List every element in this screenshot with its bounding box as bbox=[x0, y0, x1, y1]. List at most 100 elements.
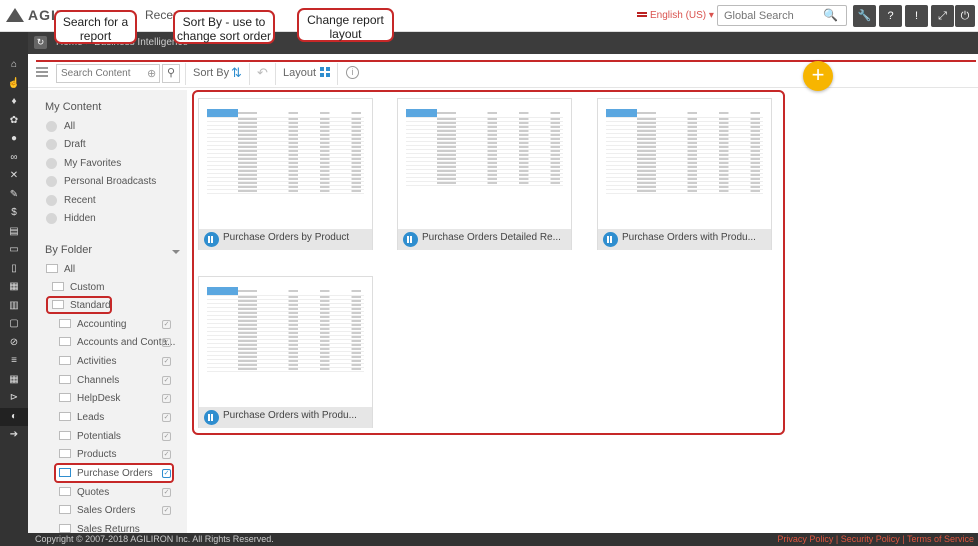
folder-icon bbox=[59, 412, 71, 421]
dashboard-icon[interactable]: ◐ bbox=[0, 407, 28, 426]
list-icon[interactable]: ≡ bbox=[0, 352, 28, 371]
report-name[interactable]: Purchase Orders with Produ... bbox=[622, 232, 770, 243]
check-icon[interactable]: ✓ bbox=[162, 413, 171, 422]
folder-custom[interactable]: Custom bbox=[70, 282, 104, 293]
my-content-item-draft[interactable]: Draft bbox=[64, 139, 86, 150]
link-icon[interactable]: ∞ bbox=[0, 149, 28, 168]
undo-icon[interactable]: ↶ bbox=[257, 65, 268, 81]
chevron-down-icon[interactable] bbox=[172, 250, 180, 254]
subfolder-item[interactable]: Accounting bbox=[77, 319, 126, 330]
check-icon[interactable]: ✓ bbox=[162, 376, 171, 385]
expand-icon[interactable]: ⤢ bbox=[931, 5, 954, 27]
my-content-item-hidden[interactable]: Hidden bbox=[64, 213, 96, 224]
subfolder-item[interactable]: Potentials bbox=[77, 431, 121, 442]
subfolder-item[interactable]: Accounts and Conta... bbox=[77, 337, 175, 348]
check-icon[interactable]: ✓ bbox=[162, 450, 171, 459]
logo-mark-icon bbox=[6, 8, 24, 22]
search-button[interactable]: ⚲ bbox=[162, 64, 180, 83]
edit-icon[interactable]: ✎ bbox=[0, 186, 28, 205]
content-navigation-panel: My Content All Draft My Favorites Person… bbox=[28, 90, 187, 533]
layout-label[interactable]: Layout bbox=[283, 67, 316, 79]
my-content-item-broadcasts[interactable]: Personal Broadcasts bbox=[64, 176, 156, 187]
info-circle-icon[interactable]: i bbox=[346, 66, 359, 79]
us-flag-icon bbox=[637, 11, 647, 19]
user-icon[interactable]: ● bbox=[0, 130, 28, 149]
subfolder-item[interactable]: Products bbox=[77, 449, 116, 460]
folder-standard[interactable]: Standard bbox=[70, 300, 111, 311]
rss-icon bbox=[46, 176, 57, 187]
tag-icon[interactable]: ⊳ bbox=[0, 389, 28, 408]
menu-icon[interactable] bbox=[36, 67, 48, 77]
check-icon[interactable]: ✓ bbox=[162, 357, 171, 366]
report-card[interactable]: Purchase Orders Detailed Re... bbox=[397, 98, 572, 250]
report-name[interactable]: Purchase Orders Detailed Re... bbox=[422, 232, 570, 243]
privacy-policy-link[interactable]: Privacy Policy bbox=[777, 534, 833, 544]
my-content-item-favorites[interactable]: My Favorites bbox=[64, 158, 121, 169]
folder-all[interactable]: All bbox=[64, 264, 75, 275]
home-nav-icon[interactable]: ⌂ bbox=[0, 56, 28, 75]
my-content-item-recent[interactable]: Recent bbox=[64, 195, 96, 206]
globe-icon[interactable]: ⊕ bbox=[147, 67, 156, 80]
power-icon[interactable]: ⏻ bbox=[955, 5, 975, 27]
subfolder-item[interactable]: Channels bbox=[77, 375, 119, 386]
chart-icon[interactable]: ▥ bbox=[0, 297, 28, 316]
subfolder-item-purchase-orders[interactable]: Purchase Orders bbox=[77, 468, 153, 479]
check-icon[interactable]: ✓ bbox=[162, 320, 171, 329]
subfolder-item[interactable]: Quotes bbox=[77, 487, 109, 498]
my-content-item-all[interactable]: All bbox=[64, 121, 75, 132]
report-card[interactable]: Purchase Orders with Produ... bbox=[198, 276, 373, 428]
top-header: AGILIRON Recent English (US) ▾ 🔍 🔧 ? ! ⤢… bbox=[0, 0, 978, 32]
calendar-icon[interactable]: ▦ bbox=[0, 371, 28, 390]
check-icon[interactable]: ✓ bbox=[162, 506, 171, 515]
inbox-icon[interactable]: ▢ bbox=[0, 315, 28, 334]
report-card[interactable]: Purchase Orders with Produ... bbox=[597, 98, 772, 250]
check-icon[interactable]: ✓ bbox=[162, 432, 171, 441]
tools-icon[interactable]: ✕ bbox=[0, 167, 28, 186]
book-icon[interactable]: ▯ bbox=[0, 260, 28, 279]
grid-layout-icon[interactable] bbox=[320, 67, 330, 77]
check-icon[interactable]: ✓ bbox=[162, 488, 171, 497]
divider bbox=[249, 63, 250, 85]
dollar-icon[interactable]: $ bbox=[0, 204, 28, 223]
subfolder-item[interactable]: Activities bbox=[77, 356, 116, 367]
subfolder-item[interactable]: Sales Orders bbox=[77, 505, 135, 516]
subfolder-item[interactable]: Sales Returns bbox=[77, 524, 140, 533]
globe-icon bbox=[46, 121, 57, 132]
refresh-icon[interactable]: ↻ bbox=[34, 36, 47, 49]
report-card[interactable]: Purchase Orders by Product bbox=[198, 98, 373, 250]
like-icon[interactable]: ♦ bbox=[0, 93, 28, 112]
layout-callout: Change report layout bbox=[297, 8, 394, 42]
terms-of-service-link[interactable]: Terms of Service bbox=[907, 534, 974, 544]
report-name[interactable]: Purchase Orders by Product bbox=[223, 232, 371, 243]
check-icon[interactable]: ✓ bbox=[162, 338, 171, 347]
add-button[interactable]: + bbox=[803, 61, 833, 91]
check-icon[interactable]: ✓ bbox=[162, 469, 171, 478]
report-name[interactable]: Purchase Orders with Produ... bbox=[223, 410, 371, 421]
home-icon[interactable] bbox=[0, 32, 28, 56]
truck-icon[interactable]: ▭ bbox=[0, 241, 28, 260]
wrench-icon[interactable]: 🔧 bbox=[853, 5, 876, 27]
sort-by-label[interactable]: Sort By bbox=[193, 67, 229, 79]
report-title-bar: Purchase Orders with Produ... bbox=[598, 229, 771, 250]
language-selector[interactable]: English (US) ▾ bbox=[637, 10, 714, 21]
info-icon[interactable]: ! bbox=[905, 5, 928, 27]
arrow-right-icon[interactable]: ➔ bbox=[0, 426, 28, 445]
report-title-bar: Purchase Orders Detailed Re... bbox=[398, 229, 571, 250]
subfolder-item[interactable]: Leads bbox=[77, 412, 104, 423]
paw-icon[interactable]: ✿ bbox=[0, 112, 28, 131]
folder-icon bbox=[59, 375, 71, 384]
search-content-input[interactable] bbox=[56, 64, 160, 83]
check-icon[interactable]: ✓ bbox=[162, 394, 171, 403]
folder-icon bbox=[59, 505, 71, 514]
search-icon[interactable]: 🔍 bbox=[823, 8, 838, 22]
question-icon[interactable]: ? bbox=[879, 5, 902, 27]
sort-icon[interactable]: ⇅ bbox=[231, 65, 242, 81]
subfolder-item[interactable]: HelpDesk bbox=[77, 393, 120, 404]
table-icon[interactable]: ▦ bbox=[0, 278, 28, 297]
security-policy-link[interactable]: Security Policy bbox=[841, 534, 900, 544]
thumbs-up-icon[interactable]: ☝ bbox=[0, 75, 28, 94]
paperclip-icon[interactable]: ⊘ bbox=[0, 334, 28, 353]
folder-icon bbox=[46, 264, 58, 273]
document-icon[interactable]: ▤ bbox=[0, 223, 28, 242]
report-thumbnail bbox=[199, 99, 372, 229]
